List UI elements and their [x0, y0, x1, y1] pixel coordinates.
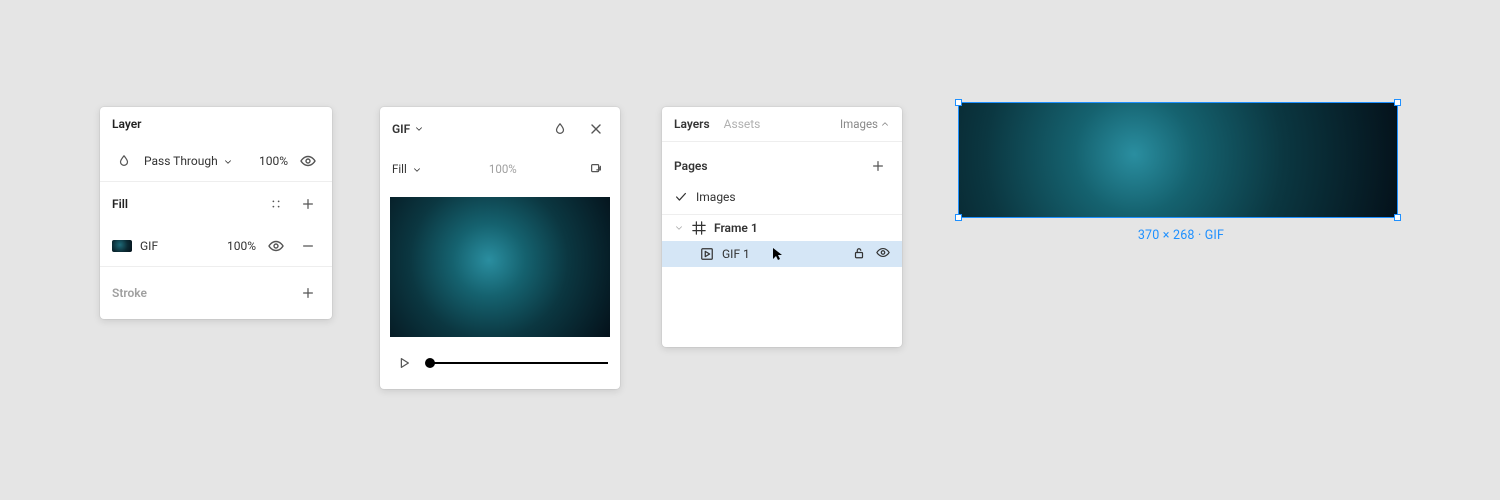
blend-mode-icon[interactable] [548, 117, 572, 141]
layer-name: GIF 1 [722, 247, 750, 261]
play-button[interactable] [392, 351, 416, 375]
frame-name: Frame 1 [714, 221, 758, 235]
gif-type-label: GIF [392, 122, 410, 136]
visibility-toggle[interactable] [296, 149, 320, 173]
resize-handle-br[interactable] [1394, 214, 1401, 221]
page-picker[interactable]: Images [840, 117, 890, 131]
gif-preview[interactable] [390, 197, 610, 337]
fill-row: GIF 100% [100, 226, 332, 266]
page-name: Images [696, 190, 736, 204]
check-icon [674, 190, 688, 204]
gif-popover-header: GIF [380, 107, 620, 149]
page-picker-label: Images [840, 117, 878, 131]
stroke-section: Stroke [100, 267, 332, 319]
selection-dimensions-label: 370 × 268 · GIF [958, 228, 1404, 243]
fill-section-title: Fill [112, 197, 128, 211]
layer-section: Layer Pass Through 100% [100, 107, 332, 182]
fill-options-icon[interactable] [264, 192, 288, 216]
stroke-section-title: Stroke [112, 286, 147, 300]
gif-scrubber-knob[interactable] [425, 358, 435, 368]
layer-properties-panel: Layer Pass Through 100% Fill [100, 107, 332, 319]
pages-title: Pages [674, 159, 708, 173]
resize-handle-bl[interactable] [955, 214, 962, 221]
gif-fill-mode-select[interactable]: Fill [392, 162, 422, 176]
layer-item-row[interactable]: GIF 1 [662, 241, 902, 267]
caret-down-icon [674, 223, 684, 233]
tab-assets[interactable]: Assets [724, 117, 761, 131]
remove-fill-button[interactable] [296, 234, 320, 258]
blend-mode-icon [112, 149, 136, 173]
layers-panel: Layers Assets Images Pages Images Frame … [662, 107, 902, 347]
opacity-value[interactable]: 100% [259, 154, 288, 168]
page-row[interactable]: Images [662, 184, 902, 214]
gif-layer-icon [700, 247, 714, 261]
rotate-image-button[interactable] [584, 157, 608, 181]
cursor-icon [772, 247, 784, 264]
selected-gif-on-canvas[interactable] [958, 102, 1398, 218]
fill-swatch[interactable] [112, 240, 132, 252]
gif-type-select[interactable]: GIF [392, 122, 424, 136]
gif-player [392, 353, 608, 373]
gif-fill-mode-row: Fill 100% [380, 149, 620, 189]
frame-icon [692, 221, 706, 235]
canvas-selection: 370 × 268 · GIF [958, 102, 1404, 243]
resize-handle-tr[interactable] [1394, 99, 1401, 106]
fill-visibility-toggle[interactable] [264, 234, 288, 258]
resize-handle-tl[interactable] [955, 99, 962, 106]
tab-layers[interactable]: Layers [674, 117, 710, 131]
pages-section-header: Pages [662, 142, 902, 184]
add-stroke-button[interactable] [296, 281, 320, 305]
fill-section: Fill GIF 100% [100, 182, 332, 267]
layer-section-title: Layer [112, 117, 142, 131]
gif-scrubber[interactable] [430, 362, 608, 364]
frame-row[interactable]: Frame 1 [662, 215, 902, 241]
gif-fill-popover: GIF Fill 100% [380, 107, 620, 389]
blend-mode-value: Pass Through [144, 154, 218, 168]
layer-section-header: Layer [100, 107, 332, 141]
close-button[interactable] [584, 117, 608, 141]
fill-opacity-value[interactable]: 100% [227, 239, 256, 253]
stroke-section-header: Stroke [100, 267, 332, 319]
blend-mode-select[interactable]: Pass Through [144, 154, 251, 168]
visibility-toggle[interactable] [876, 246, 890, 263]
layers-panel-tabs: Layers Assets Images [662, 107, 902, 142]
gif-fill-opacity-value[interactable]: 100% [489, 162, 517, 176]
blend-mode-row: Pass Through 100% [100, 141, 332, 181]
gif-fill-mode-label: Fill [392, 162, 407, 176]
lock-toggle[interactable] [852, 246, 866, 263]
fill-section-header: Fill [100, 182, 332, 226]
add-fill-button[interactable] [296, 192, 320, 216]
fill-type-label[interactable]: GIF [140, 239, 219, 253]
add-page-button[interactable] [866, 154, 890, 178]
